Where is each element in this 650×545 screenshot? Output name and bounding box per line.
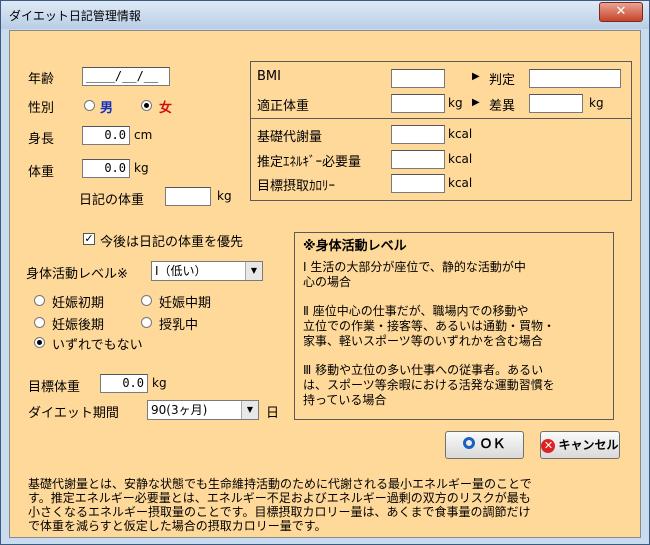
none-radio[interactable] (34, 337, 45, 348)
bmr-unit: kcal (448, 127, 473, 141)
difference-label: 差異 (489, 99, 516, 114)
gender-label: 性別 (28, 101, 55, 116)
level1-line2: 心の場合 (303, 275, 352, 289)
ok-circle-icon (463, 437, 476, 449)
weight-input[interactable]: 0.0 (82, 159, 130, 178)
close-button[interactable]: ✕ (599, 2, 643, 22)
cancel-label: キャンセル (558, 438, 619, 452)
late-pregnancy-radio[interactable] (34, 317, 45, 328)
level1-line1: Ⅰ 生活の大部分が座位で、静的な活動が中 (303, 260, 526, 274)
height-input[interactable]: 0.0 (82, 126, 130, 145)
ok-label: ＯＫ (479, 437, 506, 452)
mid-pregnancy-label: 妊娠中期 (159, 296, 212, 311)
ideal-weight-label: 適正体重 (257, 99, 310, 114)
title-bar: ダイエット日記管理情報 ✕ (1, 1, 649, 29)
level3-line2: は、スポーツ等余暇における活発な運動習慣を (303, 378, 555, 392)
bmi-value (391, 69, 445, 88)
activity-level-selected: Ⅰ（低い） (155, 264, 207, 278)
eer-value (391, 150, 445, 169)
early-pregnancy-label: 妊娠初期 (52, 296, 105, 311)
target-weight-input[interactable]: 0.0 (100, 374, 148, 393)
eer-label: 推定ｴﾈﾙｷﾞｰ必要量 (257, 155, 362, 170)
diet-period-label: ダイエット期間 (28, 406, 119, 421)
cancel-button[interactable]: ✕ キャンセル (540, 431, 620, 459)
level2-line1: Ⅱ 座位中心の仕事だが、職場内での移動や (303, 304, 529, 318)
height-unit: cm (134, 128, 153, 142)
level3-line3: 持っている場合 (303, 393, 387, 407)
difference-value (529, 94, 583, 113)
late-pregnancy-label: 妊娠後期 (52, 318, 105, 333)
prefer-diary-checkbox[interactable]: ✓ (83, 233, 95, 245)
diet-period-select[interactable]: 90(3ヶ月) ▼ (147, 400, 259, 420)
height-label: 身長 (28, 132, 55, 147)
bmr-label: 基礎代謝量 (257, 130, 323, 145)
cancel-x-icon: ✕ (541, 439, 556, 453)
mid-pregnancy-radio[interactable] (141, 295, 152, 306)
weight-unit: kg (134, 161, 149, 175)
dropdown-arrow-icon: ▼ (245, 262, 262, 280)
activity-info-box: ※身体活動レベル Ⅰ 生活の大部分が座位で、静的な活動が中 心の場合 Ⅱ 座位中… (294, 232, 614, 420)
birthdate-input[interactable]: ____/__/__ (82, 67, 170, 86)
footnote-line4: で体重を減らすと仮定した場合の摂取カロリー量です。 (28, 519, 327, 533)
eer-unit: kcal (448, 152, 473, 166)
target-intake-value (391, 174, 445, 193)
age-label: 年齢 (28, 72, 55, 87)
ok-button[interactable]: ＯＫ (445, 431, 524, 459)
judgement-arrow-icon: ▶ (472, 71, 480, 82)
diary-weight-label: 日記の体重 (79, 193, 145, 208)
activity-level-select[interactable]: Ⅰ（低い） ▼ (151, 261, 263, 281)
results-group: BMI ▶ 判定 適正体重 kg ▶ 差異 kg 基礎代謝量 kcal 推定ｴﾈ… (250, 61, 632, 201)
activity-level-label: 身体活動レベル※ (26, 267, 128, 282)
footnote-line1: 基礎代謝量とは、安静な状態でも生命維持活動のために代謝される最小エネルギー量のこ… (28, 477, 532, 491)
footnote-line2: す。推定エネルギー必要量とは、エネルギー不足およびエネルギー過剰の双方のリスクが… (28, 491, 531, 505)
diary-weight-input[interactable] (165, 187, 211, 206)
early-pregnancy-radio[interactable] (34, 295, 45, 306)
lactation-label: 授乳中 (159, 318, 199, 333)
results-divider (251, 118, 631, 119)
level2-line2: 立位での作業・接客等、あるいは通勤・買物・ (303, 319, 556, 333)
judgement-label: 判定 (489, 73, 516, 88)
diet-period-selected: 90(3ヶ月) (151, 403, 208, 417)
activity-info-title: ※身体活動レベル (303, 239, 407, 254)
difference-arrow-icon: ▶ (472, 97, 480, 108)
target-weight-label: 目標体重 (28, 380, 81, 395)
judgement-value (529, 69, 621, 88)
male-radio[interactable] (84, 100, 95, 111)
none-label: いずれでもない (52, 338, 143, 353)
prefer-diary-label: 今後は日記の体重を優先 (100, 235, 244, 250)
male-label: 男 (100, 101, 114, 116)
female-label: 女 (159, 101, 173, 116)
weight-label: 体重 (28, 165, 55, 180)
level3-line1: Ⅲ 移動や立位の多い仕事への従事者。あるい (303, 363, 544, 377)
target-intake-unit: kcal (448, 176, 473, 190)
level2-line3: 家事、軽いスポーツ等のいずれかを含む場合 (303, 334, 543, 348)
ideal-weight-unit: kg (448, 96, 463, 110)
target-weight-unit: kg (152, 376, 167, 390)
dropdown-arrow-icon: ▼ (241, 401, 258, 419)
diary-weight-unit: kg (217, 189, 232, 203)
bmr-value (391, 125, 445, 144)
footnote-line3: 小さくなるエネルギー摂取量のことです。目標摂取カロリー量は、あくまで食事量の調節… (28, 505, 531, 519)
diet-period-unit: 日 (266, 406, 280, 421)
difference-unit: kg (589, 96, 604, 110)
window-title: ダイエット日記管理情報 (9, 9, 141, 23)
dialog-window: ダイエット日記管理情報 ✕ 年齢 ____/__/__ 性別 男 女 身長 0.… (0, 0, 650, 545)
bmi-label: BMI (257, 69, 281, 84)
dialog-body: 年齢 ____/__/__ 性別 男 女 身長 0.0 cm 体重 0.0 kg… (9, 30, 641, 538)
lactation-radio[interactable] (141, 317, 152, 328)
female-radio[interactable] (141, 100, 152, 111)
target-intake-label: 目標摂取ｶﾛﾘｰ (257, 179, 336, 194)
ideal-weight-value (391, 94, 445, 113)
